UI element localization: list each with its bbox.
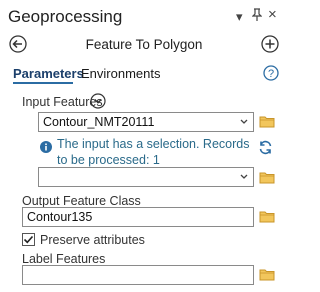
svg-text:?: ?	[268, 68, 274, 80]
help-icon: ?	[263, 65, 279, 81]
input-features-browse-button[interactable]	[259, 114, 275, 128]
check-icon	[23, 235, 34, 244]
dropdown-caret-icon	[240, 119, 248, 124]
pane-menu-chevron-icon[interactable]: ▾	[236, 10, 243, 24]
help-button[interactable]: ?	[263, 65, 279, 81]
preserve-attributes-label: Preserve attributes	[40, 233, 145, 247]
tab-parameters[interactable]: Parameters	[13, 66, 84, 81]
preserve-attributes-checkbox[interactable]	[22, 233, 35, 246]
close-icon[interactable]: ×	[268, 7, 277, 22]
info-icon	[40, 141, 52, 153]
additional-input-dropdown[interactable]	[38, 167, 254, 187]
folder-icon	[259, 172, 275, 184]
chevron-down-icon	[90, 93, 106, 109]
add-button[interactable]	[261, 35, 279, 53]
label-features-browse-button[interactable]	[259, 267, 275, 281]
output-feature-class-label: Output Feature Class	[22, 194, 141, 208]
tab-environments[interactable]: Environments	[81, 66, 160, 81]
output-feature-class-input[interactable]: Contour135	[22, 207, 254, 227]
selection-info-message: The input has a selection. Records to be…	[57, 137, 250, 167]
label-features-label: Label Features	[22, 252, 106, 266]
folder-icon	[259, 269, 275, 281]
tab-parameters-underline	[13, 82, 73, 84]
output-browse-button[interactable]	[259, 209, 275, 223]
pane-title: Geoprocessing	[8, 7, 123, 26]
input-features-value: Contour_NMT20111	[43, 115, 155, 129]
add-icon	[261, 35, 279, 53]
refresh-icon	[259, 140, 272, 155]
tool-title: Feature To Polygon	[85, 37, 203, 52]
pin-icon[interactable]	[252, 8, 262, 21]
dropdown-caret-icon	[240, 174, 248, 179]
folder-icon	[259, 211, 275, 223]
label-features-input[interactable]	[22, 265, 254, 285]
folder-icon	[259, 116, 275, 128]
additional-input-browse-button[interactable]	[259, 170, 275, 184]
output-feature-class-value: Contour135	[27, 210, 93, 224]
input-features-dropdown[interactable]: Contour_NMT20111	[38, 112, 254, 132]
refresh-button[interactable]	[258, 140, 273, 155]
input-features-options-button[interactable]	[90, 93, 106, 109]
